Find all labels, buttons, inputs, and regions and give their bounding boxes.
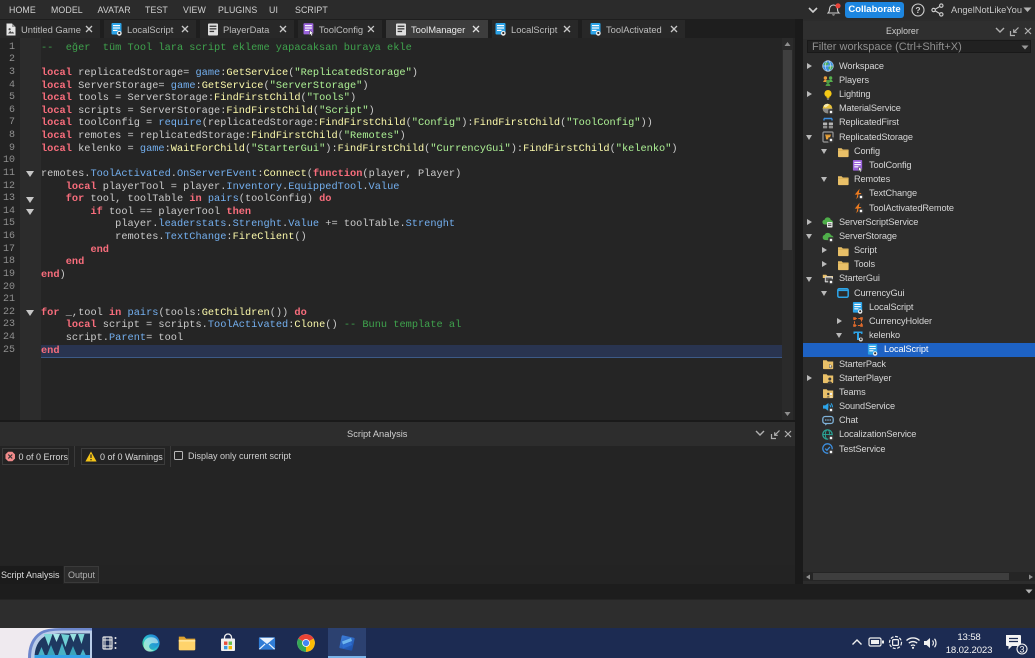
svg-text:?: ?: [915, 5, 920, 15]
svg-text:3: 3: [1019, 644, 1024, 654]
